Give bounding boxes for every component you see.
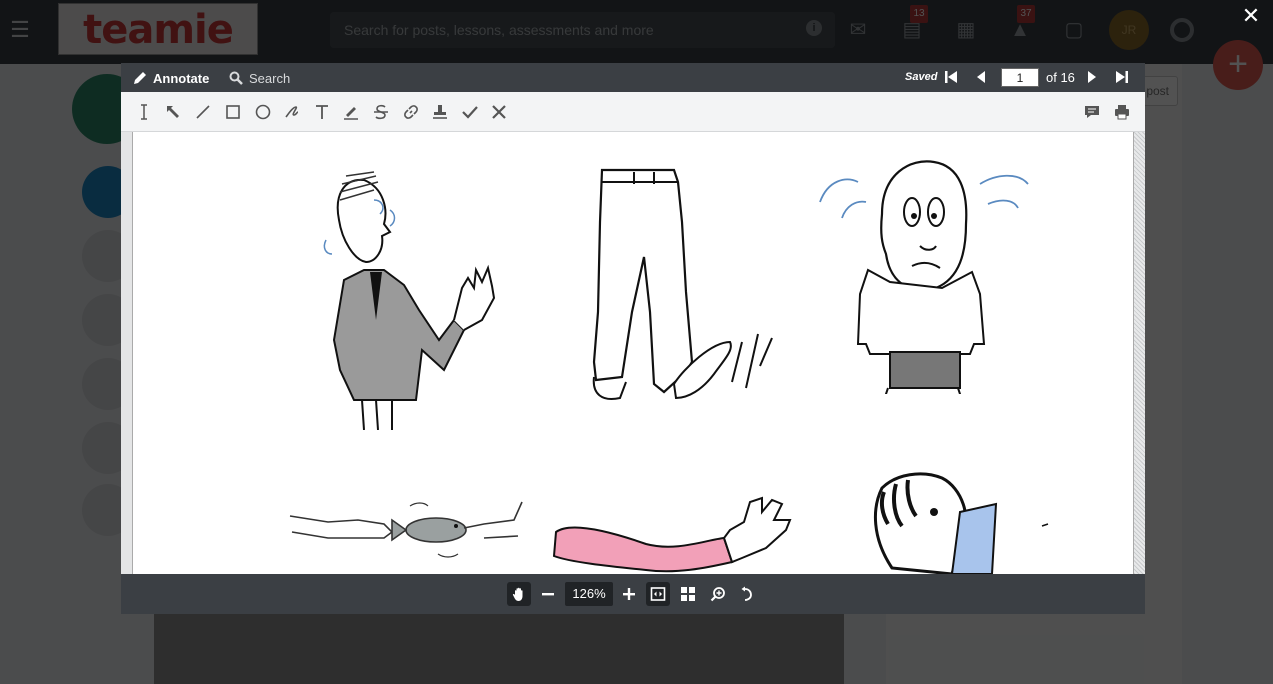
page-number-input[interactable] — [1001, 68, 1039, 87]
saved-status: Saved — [905, 71, 938, 83]
text-icon[interactable] — [311, 101, 333, 123]
pink-arm-drawing — [552, 496, 792, 573]
print-icon[interactable] — [1111, 101, 1133, 123]
freehand-icon[interactable] — [281, 101, 303, 123]
man-in-suit-drawing — [323, 171, 496, 430]
document-page — [134, 132, 1132, 574]
document-scrollbar[interactable] — [1133, 132, 1145, 574]
annotate-button[interactable]: Annotate — [133, 68, 209, 88]
page-total: of 16 — [1046, 70, 1075, 85]
annotation-toolbar — [121, 92, 1145, 132]
zoom-in-icon[interactable] — [617, 582, 641, 606]
select-arrow-icon[interactable] — [162, 101, 184, 123]
viewer-bottom-bar: 126% — [121, 574, 1145, 614]
checkmark-icon[interactable] — [459, 101, 481, 123]
find-zoom-icon[interactable] — [706, 582, 730, 606]
line-icon[interactable] — [192, 101, 214, 123]
thumbnails-icon[interactable] — [676, 582, 700, 606]
fit-width-icon[interactable] — [646, 582, 670, 606]
pencil-icon — [134, 72, 146, 84]
viewer-search-button[interactable]: Search — [229, 68, 290, 88]
ellipse-icon[interactable] — [252, 101, 274, 123]
drinking-face-drawing — [873, 472, 1049, 574]
page-left-edge — [121, 132, 133, 574]
pants-drawing — [592, 168, 773, 400]
pan-hand-icon[interactable] — [507, 582, 531, 606]
rectangle-icon[interactable] — [222, 101, 244, 123]
stamp-icon[interactable] — [429, 101, 451, 123]
text-select-icon[interactable] — [133, 101, 155, 123]
last-page-icon[interactable] — [1114, 69, 1130, 85]
close-viewer-icon[interactable]: ✕ — [1240, 5, 1262, 27]
cross-icon[interactable] — [488, 101, 510, 123]
hands-fish-drawing — [289, 501, 523, 558]
annotate-label: Annotate — [153, 70, 210, 86]
search-label: Search — [249, 70, 291, 86]
document-area[interactable] — [121, 132, 1145, 574]
search-icon — [229, 71, 243, 85]
next-page-icon[interactable] — [1084, 69, 1100, 85]
bald-man-drawing — [819, 160, 1029, 394]
viewer-top-bar: Annotate Search Saved of 16 — [121, 63, 1145, 92]
zoom-level[interactable]: 126% — [565, 582, 613, 606]
strikethrough-icon[interactable] — [370, 101, 392, 123]
highlight-icon[interactable] — [340, 101, 362, 123]
document-viewer: Annotate Search Saved of 16 — [121, 63, 1145, 614]
rotate-icon[interactable] — [735, 582, 759, 606]
first-page-icon[interactable] — [943, 69, 959, 85]
previous-page-icon[interactable] — [973, 69, 989, 85]
comment-icon[interactable] — [1081, 101, 1103, 123]
link-icon[interactable] — [400, 101, 422, 123]
zoom-out-icon[interactable] — [536, 582, 560, 606]
